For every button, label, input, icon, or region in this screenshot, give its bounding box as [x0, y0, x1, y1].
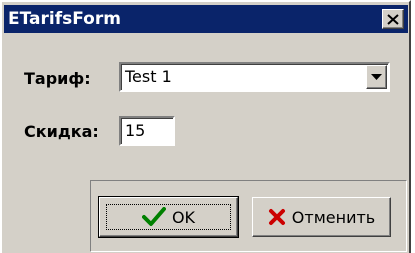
discount-input[interactable]: 15: [119, 116, 175, 146]
tariff-select-value: Test 1: [125, 67, 172, 86]
tariff-label: Тариф:: [24, 69, 91, 88]
title-bar[interactable]: ETarifsForm: [4, 5, 408, 33]
discount-input-value: 15: [125, 121, 146, 140]
dropdown-button[interactable]: [366, 65, 387, 89]
checkmark-icon: [141, 207, 166, 226]
chevron-down-icon: [371, 73, 382, 80]
cancel-button-label: Отменить: [291, 207, 376, 227]
close-button[interactable]: [382, 9, 404, 29]
ok-button-label: OK: [171, 207, 196, 227]
ok-button[interactable]: OK: [98, 196, 239, 238]
window-title: ETarifsForm: [8, 9, 121, 29]
dialog-window: ETarifsForm Тариф: Test 1 Скидка: 15 OK: [0, 0, 411, 253]
cross-icon: [268, 209, 285, 225]
tariff-select[interactable]: Test 1: [119, 62, 390, 92]
cancel-button[interactable]: Отменить: [252, 197, 391, 237]
discount-label: Скидка:: [24, 122, 99, 141]
close-icon: [387, 13, 399, 25]
